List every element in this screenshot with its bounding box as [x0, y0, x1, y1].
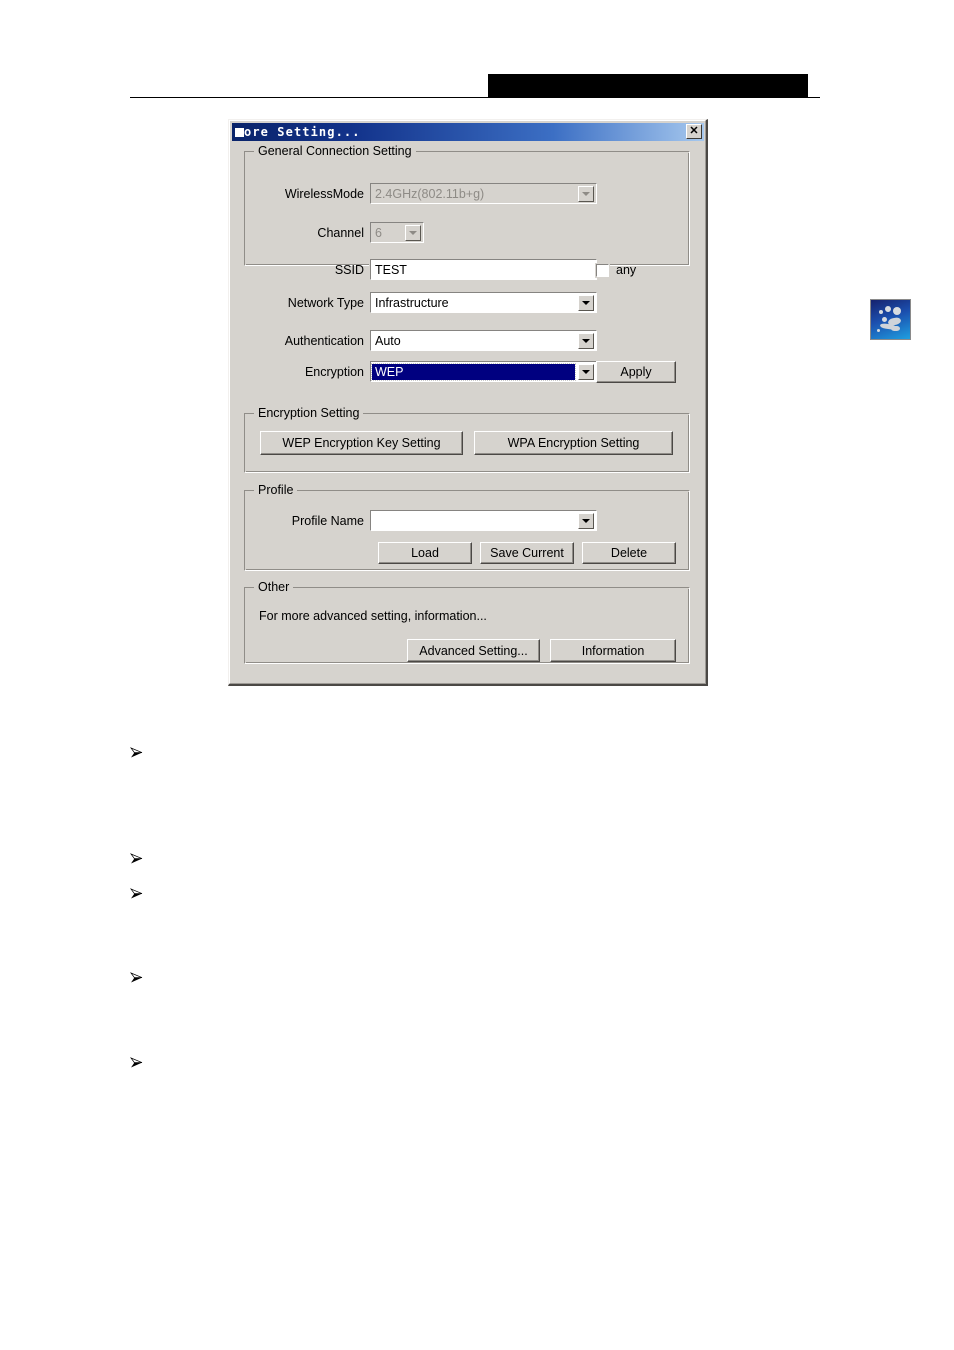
- more-setting-dialog: ore Setting... ✕ General Connection Sett…: [228, 119, 911, 686]
- chevron-down-icon[interactable]: [578, 513, 594, 529]
- ssid-input[interactable]: TEST: [369, 258, 598, 281]
- ssid-value: TEST: [375, 262, 407, 277]
- dialog-titlebar[interactable]: ore Setting... ✕: [232, 123, 704, 141]
- any-checkbox-row: any: [595, 262, 637, 278]
- window-icon: [235, 127, 244, 137]
- group-legend-other: Other: [254, 580, 294, 594]
- list-item-bullet-1: [130, 746, 144, 760]
- group-legend-general: General Connection Setting: [254, 144, 416, 158]
- authentication-value: Auto: [375, 333, 401, 348]
- row-network-type: Network Type Infrastructure: [252, 291, 682, 314]
- channel-value: 6: [375, 225, 382, 240]
- chevron-down-icon[interactable]: [578, 295, 594, 311]
- wireless-mode-combobox[interactable]: 2.4GHz(802.11b+g): [369, 182, 598, 205]
- chevron-down-icon[interactable]: [578, 186, 594, 202]
- save-current-button[interactable]: Save Current: [480, 542, 574, 564]
- wireless-mode-label: WirelessMode: [284, 186, 364, 201]
- network-type-combobox[interactable]: Infrastructure: [369, 291, 598, 314]
- dialog-title: ore Setting...: [244, 125, 361, 139]
- close-icon[interactable]: ✕: [686, 124, 702, 139]
- profile-name-label: Profile Name: [291, 513, 364, 528]
- header-divider-rule: [130, 97, 820, 98]
- list-item-bullet-3: [130, 887, 144, 901]
- delete-button[interactable]: Delete: [582, 542, 676, 564]
- ssid-label: SSID: [334, 262, 364, 277]
- product-logo-icon: [870, 299, 911, 340]
- list-item-bullet-4: [130, 971, 144, 985]
- header-redaction-block: [488, 74, 808, 97]
- row-channel: Channel 6: [252, 221, 682, 244]
- list-item-bullet-5: [130, 1056, 144, 1070]
- row-wireless-mode: WirelessMode 2.4GHz(802.11b+g): [252, 182, 682, 205]
- information-button[interactable]: Information: [550, 639, 676, 662]
- other-description: For more advanced setting, information..…: [259, 609, 487, 623]
- wireless-mode-value: 2.4GHz(802.11b+g): [375, 186, 485, 201]
- wep-encryption-key-setting-button[interactable]: WEP Encryption Key Setting: [260, 431, 463, 455]
- channel-label: Channel: [317, 225, 364, 240]
- chevron-down-icon[interactable]: [405, 225, 421, 241]
- profile-name-combobox[interactable]: [369, 509, 598, 532]
- any-checkbox[interactable]: [595, 262, 610, 278]
- network-type-label: Network Type: [287, 295, 364, 310]
- apply-button[interactable]: Apply: [596, 361, 676, 383]
- authentication-combobox[interactable]: Auto: [369, 329, 598, 352]
- network-type-value: Infrastructure: [375, 295, 449, 310]
- encryption-label: Encryption: [304, 364, 364, 379]
- advanced-setting-button[interactable]: Advanced Setting...: [407, 639, 540, 662]
- list-item-bullet-2: [130, 852, 144, 866]
- load-button[interactable]: Load: [378, 542, 472, 564]
- group-general-connection-setting: General Connection Setting: [244, 144, 690, 266]
- row-profile-name: Profile Name: [252, 509, 682, 532]
- group-legend-profile: Profile: [254, 483, 298, 497]
- any-label: any: [616, 263, 637, 277]
- chevron-down-icon[interactable]: [578, 333, 594, 349]
- group-legend-encryption-setting: Encryption Setting: [254, 406, 364, 420]
- encryption-value: WEP: [371, 362, 576, 381]
- dialog-inner-frame: ore Setting... ✕ General Connection Sett…: [229, 120, 911, 684]
- encryption-combobox[interactable]: WEP: [369, 360, 598, 383]
- wpa-encryption-setting-button[interactable]: WPA Encryption Setting: [474, 431, 673, 455]
- chevron-down-icon[interactable]: [578, 364, 594, 380]
- page-header: [0, 0, 954, 110]
- channel-combobox[interactable]: 6: [369, 221, 425, 244]
- row-authentication: Authentication Auto: [252, 329, 682, 352]
- authentication-label: Authentication: [284, 333, 364, 348]
